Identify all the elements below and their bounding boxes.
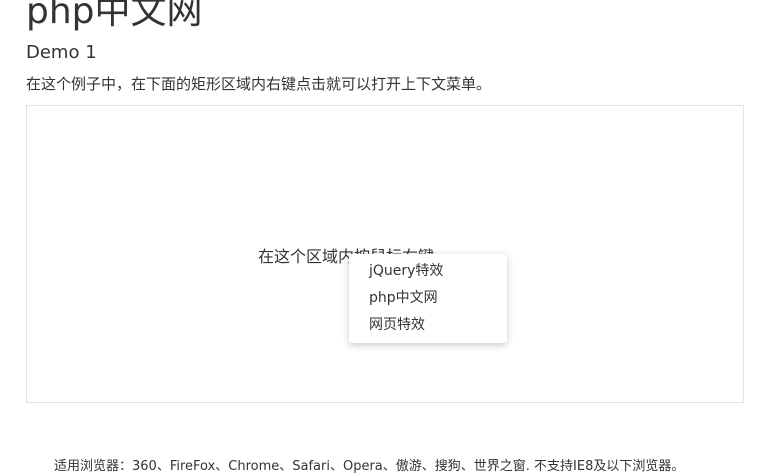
menu-item-jquery[interactable]: jQuery特效 (349, 258, 507, 285)
browser-support-note: 适用浏览器：360、FireFox、Chrome、Safari、Opera、傲游… (54, 459, 685, 474)
context-menu: jQuery特效 php中文网 网页特效 (349, 254, 507, 343)
intro-text: 在这个例子中，在下面的矩形区域内右键点击就可以打开上下文菜单。 (26, 75, 492, 93)
page: php中文网 Demo 1 在这个例子中，在下面的矩形区域内右键点击就可以打开上… (0, 0, 778, 474)
demo-heading: Demo 1 (26, 42, 97, 63)
site-title: php中文网 (26, 0, 203, 32)
menu-item-web-effects[interactable]: 网页特效 (349, 312, 507, 339)
menu-item-php-cn[interactable]: php中文网 (349, 285, 507, 312)
